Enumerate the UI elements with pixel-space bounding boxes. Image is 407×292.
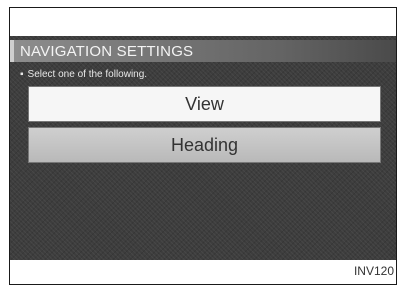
navigation-screen: NAVIGATION SETTINGS ▪ Select one of the f… <box>10 36 396 260</box>
instruction-label: Select one of the following. <box>27 69 148 80</box>
screen-title: NAVIGATION SETTINGS <box>20 43 194 60</box>
figure-code: INV120 <box>353 264 394 278</box>
figure-frame: NAVIGATION SETTINGS ▪ Select one of the f… <box>9 7 397 285</box>
view-button-label: View <box>185 93 224 114</box>
instruction-text: ▪ Select one of the following. <box>20 69 147 80</box>
heading-button[interactable]: Heading <box>28 127 381 163</box>
heading-button-label: Heading <box>170 134 239 155</box>
title-accent <box>10 40 14 62</box>
bullet-icon: ▪ <box>20 69 24 80</box>
view-button[interactable]: View <box>28 86 381 122</box>
title-bar: NAVIGATION SETTINGS <box>10 40 396 62</box>
